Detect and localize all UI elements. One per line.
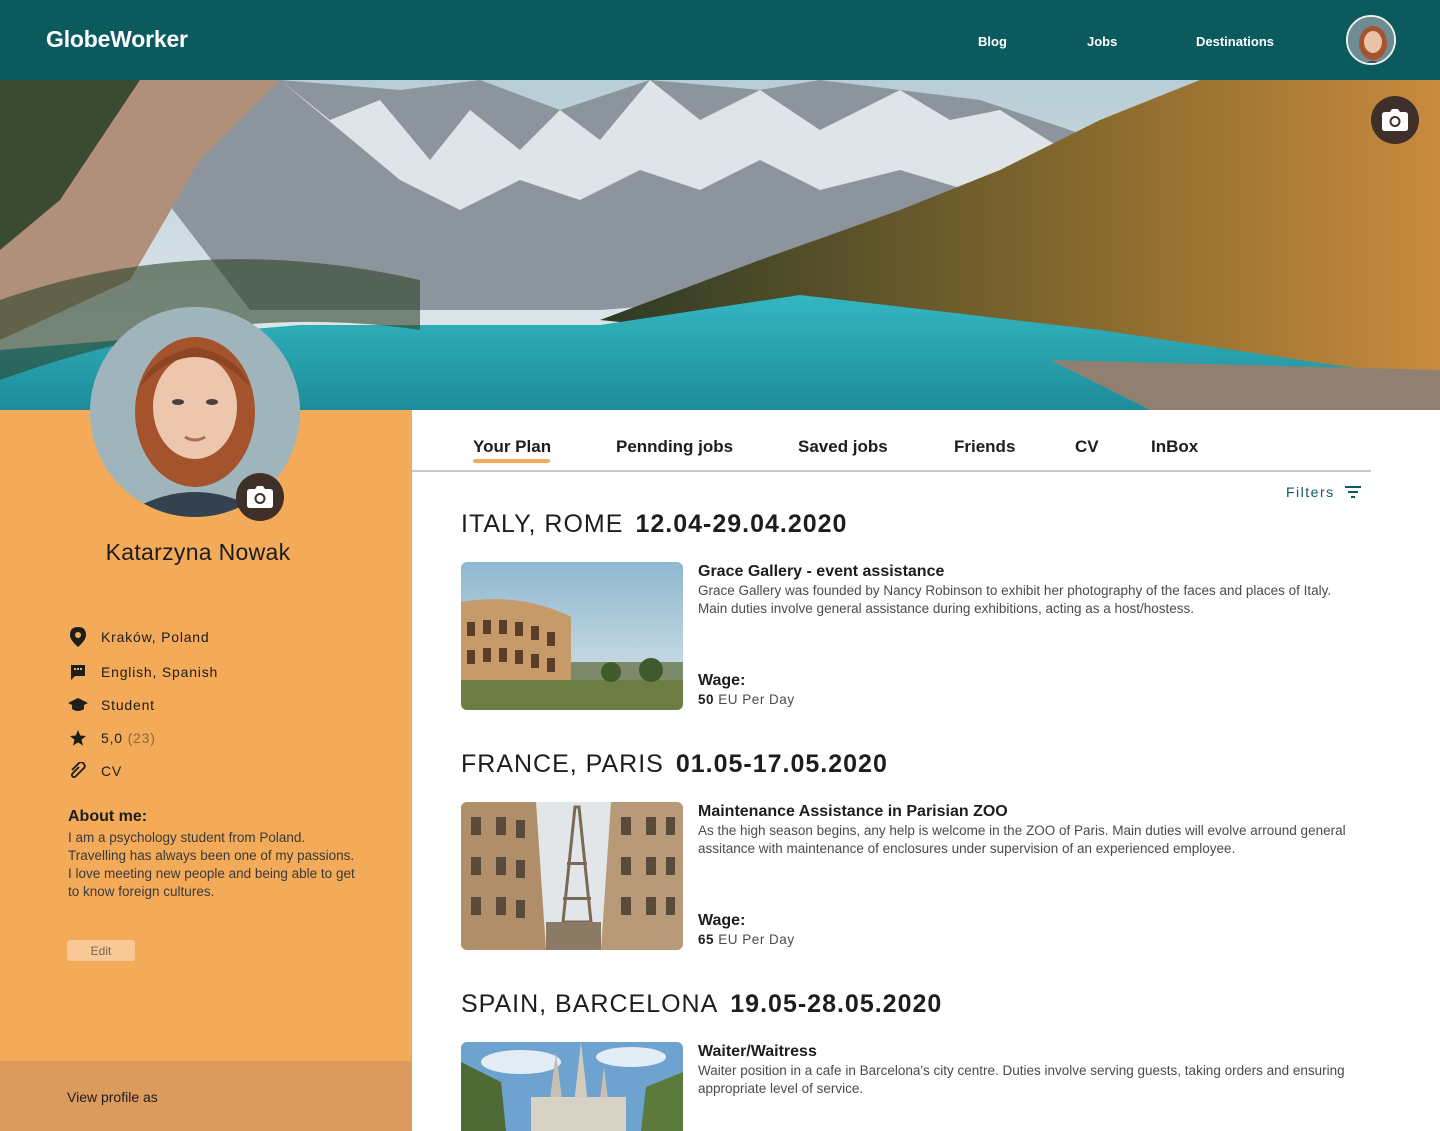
active-tab-indicator bbox=[473, 459, 550, 463]
plan-dates: 19.05-28.05.2020 bbox=[730, 990, 943, 1018]
tab-pending-jobs[interactable]: Pennding jobs bbox=[616, 437, 733, 457]
info-rating: 5,0 (23) bbox=[68, 728, 155, 748]
job-description: As the high season begins, any help is w… bbox=[698, 823, 1346, 856]
languages-text: English, Spanish bbox=[101, 664, 219, 680]
profile-camera-button[interactable] bbox=[236, 473, 284, 521]
app-logo[interactable]: GlobeWorker bbox=[46, 26, 188, 53]
location-pin-icon bbox=[68, 627, 88, 647]
tab-your-plan[interactable]: Your Plan bbox=[473, 437, 551, 457]
nav-jobs-link[interactable]: Jobs bbox=[1087, 34, 1117, 49]
paperclip-icon bbox=[68, 761, 88, 781]
job-image-barcelona[interactable] bbox=[461, 1042, 683, 1131]
filters-button[interactable]: Filters bbox=[1286, 484, 1361, 500]
filters-label: Filters bbox=[1286, 484, 1335, 500]
wage-amount: 50 bbox=[698, 692, 715, 707]
wage-unit: EU Per Day bbox=[718, 692, 795, 707]
info-occupation: Student bbox=[68, 695, 154, 715]
wage-unit: EU Per Day bbox=[718, 932, 795, 947]
cover-camera-button[interactable] bbox=[1371, 96, 1419, 144]
camera-icon bbox=[1382, 109, 1408, 131]
nav-destinations-link[interactable]: Destinations bbox=[1196, 34, 1274, 49]
nav-blog-link[interactable]: Blog bbox=[978, 34, 1007, 49]
filter-icon bbox=[1344, 486, 1361, 498]
tabs-divider bbox=[412, 470, 1371, 472]
info-cv[interactable]: CV bbox=[68, 761, 121, 781]
info-location: Kraków, Poland bbox=[68, 627, 209, 647]
star-icon bbox=[68, 728, 88, 748]
plan-heading: FRANCE, PARIS 01.05-17.05.2020 bbox=[461, 750, 888, 779]
about-title: About me: bbox=[68, 808, 148, 825]
plan-dates: 01.05-17.05.2020 bbox=[675, 750, 888, 778]
info-languages: English, Spanish bbox=[68, 662, 217, 682]
graduation-cap-icon bbox=[68, 695, 88, 715]
top-navigation-bar: GlobeWorker Blog Jobs Destinations bbox=[0, 0, 1440, 80]
tab-cv[interactable]: CV bbox=[1075, 437, 1099, 457]
job-image-rome[interactable] bbox=[461, 562, 683, 710]
camera-icon bbox=[247, 486, 273, 508]
chat-icon bbox=[68, 662, 88, 682]
job-description: Grace Gallery was founded by Nancy Robin… bbox=[698, 583, 1332, 616]
wage-value: 50 EU Per Day bbox=[698, 692, 795, 707]
tab-friends[interactable]: Friends bbox=[954, 437, 1015, 457]
tab-saved-jobs[interactable]: Saved jobs bbox=[798, 437, 888, 457]
job-title[interactable]: Waiter/Waitress bbox=[698, 1043, 817, 1061]
rating-count: (23) bbox=[127, 730, 156, 746]
edit-button[interactable]: Edit bbox=[67, 940, 135, 961]
wage-label: Wage: bbox=[698, 672, 746, 689]
cv-link[interactable]: CV bbox=[101, 763, 122, 779]
job-image-paris[interactable] bbox=[461, 802, 683, 950]
rating-text: 5,0 (23) bbox=[101, 730, 156, 746]
tab-inbox[interactable]: InBox bbox=[1151, 437, 1198, 457]
wage-label: Wage: bbox=[698, 912, 746, 929]
profile-sidebar bbox=[0, 410, 412, 1131]
plan-heading: ITALY, ROME 12.04-29.04.2020 bbox=[461, 510, 847, 539]
view-profile-as-button[interactable]: View profile as bbox=[67, 1089, 158, 1105]
user-avatar[interactable] bbox=[1346, 15, 1396, 65]
wage-value: 65 EU Per Day bbox=[698, 932, 795, 947]
plan-place: ITALY, ROME bbox=[461, 510, 624, 538]
view-profile-bar bbox=[0, 1061, 412, 1131]
location-text: Kraków, Poland bbox=[101, 629, 210, 645]
job-title[interactable]: Maintenance Assistance in Parisian ZOO bbox=[698, 803, 1008, 821]
plan-place: SPAIN, BARCELONA bbox=[461, 990, 719, 1018]
plan-heading: SPAIN, BARCELONA 19.05-28.05.2020 bbox=[461, 990, 942, 1019]
rating-value: 5,0 bbox=[101, 730, 123, 746]
wage-amount: 65 bbox=[698, 932, 715, 947]
about-text: I am a psychology student from Poland. T… bbox=[68, 830, 355, 899]
job-description: Waiter position in a cafe in Barcelona's… bbox=[698, 1063, 1345, 1096]
plan-place: FRANCE, PARIS bbox=[461, 750, 664, 778]
profile-name: Katarzyna Nowak bbox=[105, 539, 291, 565]
occupation-text: Student bbox=[101, 697, 155, 713]
job-title[interactable]: Grace Gallery - event assistance bbox=[698, 563, 944, 581]
plan-dates: 12.04-29.04.2020 bbox=[635, 510, 848, 538]
